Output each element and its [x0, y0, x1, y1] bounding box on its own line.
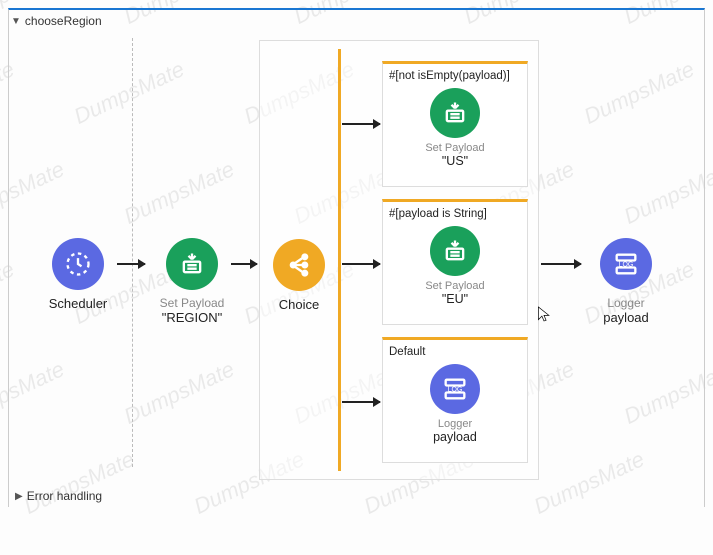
set-payload-region-label: Set Payload [149, 296, 235, 310]
logger-node[interactable]: LOG Logger payload [583, 238, 669, 325]
arrow [231, 263, 257, 265]
scheduler-label: Scheduler [35, 296, 121, 311]
branch-1-value: "US" [387, 154, 523, 168]
choice-icon [273, 239, 325, 291]
error-handling-header[interactable]: ▶ Error handling [9, 485, 108, 507]
set-payload-icon [430, 226, 480, 276]
branch-2-condition: #[payload is String] [387, 208, 523, 226]
choice-vertical-bar [338, 49, 341, 471]
svg-text:LOG: LOG [619, 261, 634, 268]
choice-branch-default[interactable]: Default LOG Logger payload [382, 337, 528, 463]
branch-3-condition: Default [387, 346, 523, 364]
logger-value: payload [583, 310, 669, 325]
branch-3-label: Logger [387, 418, 523, 430]
branch-2-value: "EU" [387, 292, 523, 306]
choice-branch-2[interactable]: #[payload is String] Set Payload "EU" [382, 199, 528, 325]
set-payload-icon [166, 238, 218, 290]
scheduler-icon [52, 238, 104, 290]
branch-2-label: Set Payload [387, 280, 523, 292]
choice-node[interactable]: Choice [256, 239, 342, 312]
scheduler-node[interactable]: Scheduler [35, 238, 121, 311]
logger-icon: LOG [600, 238, 652, 290]
branch-3-value: payload [387, 430, 523, 444]
set-payload-region-value: "REGION" [149, 310, 235, 325]
flow-header[interactable]: ▼ chooseRegion [9, 10, 704, 32]
arrow [342, 123, 380, 125]
arrow [342, 401, 380, 403]
cursor-icon [537, 305, 551, 323]
expand-icon[interactable]: ▶ [15, 491, 23, 502]
svg-text:LOG: LOG [448, 386, 463, 393]
arrow [541, 263, 581, 265]
flow-name: chooseRegion [25, 14, 102, 28]
choice-branch-1[interactable]: #[not isEmpty(payload)] Set Payload "US" [382, 61, 528, 187]
logger-label: Logger [583, 296, 669, 310]
collapse-icon[interactable]: ▼ [11, 16, 21, 27]
arrow [342, 263, 380, 265]
branch-1-condition: #[not isEmpty(payload)] [387, 70, 523, 88]
arrow [117, 263, 145, 265]
branch-1-label: Set Payload [387, 142, 523, 154]
set-payload-region-node[interactable]: Set Payload "REGION" [149, 238, 235, 325]
error-handling-label: Error handling [27, 489, 102, 503]
logger-icon: LOG [430, 364, 480, 414]
choice-scope[interactable]: Choice #[not isEmpty(payload)] Set Paylo… [259, 40, 539, 480]
choice-label: Choice [256, 297, 342, 312]
set-payload-icon [430, 88, 480, 138]
